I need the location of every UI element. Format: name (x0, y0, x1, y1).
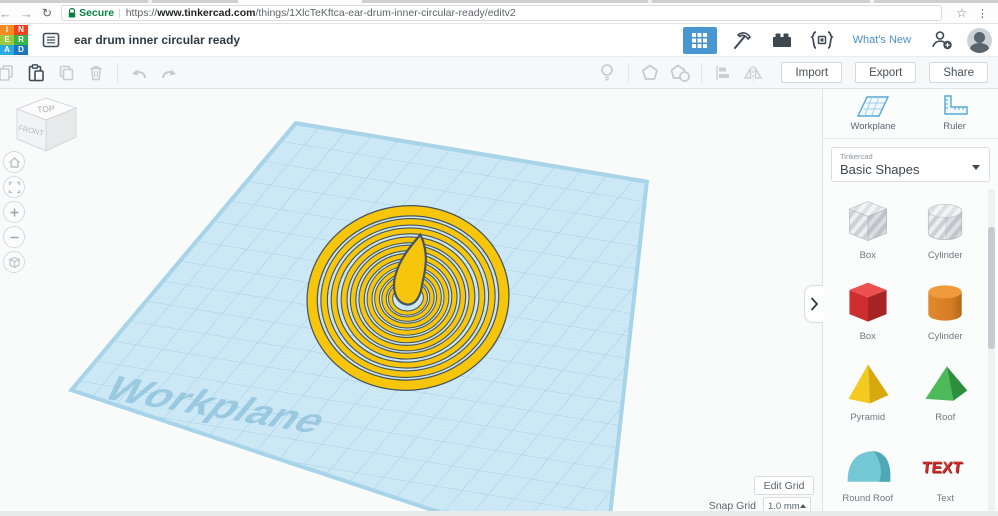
caret-up-icon (800, 504, 806, 508)
paste-icon[interactable] (21, 60, 51, 86)
pyramid-icon (840, 358, 896, 410)
shape-item-text[interactable]: TEXT TEXT Text (907, 439, 985, 504)
zoom-in-button[interactable] (3, 201, 25, 223)
ruler-tool[interactable]: Ruler (939, 93, 971, 132)
zoom-out-button[interactable] (3, 226, 25, 248)
page-url: https://www.tinkercad.com/things/1XlcTeK… (126, 7, 516, 19)
share-button[interactable]: Share (929, 62, 988, 83)
browser-address-bar: ← → ↻ Secure | https://www.tinkercad.com… (0, 3, 998, 24)
viewcube-top-label[interactable]: TOP (37, 103, 55, 114)
svg-text:TEXT: TEXT (921, 459, 963, 476)
tinkercad-app-window: ← → ↻ Secure | https://www.tinkercad.com… (0, 0, 998, 516)
lego-brick-icon[interactable] (767, 27, 797, 53)
shapes-grid: Box Cylinder (829, 196, 984, 504)
box-red-icon (840, 277, 896, 329)
shape-item-cylinder-orange[interactable]: Cylinder (907, 277, 985, 342)
home-view-button[interactable] (3, 151, 25, 173)
duplicate-icon[interactable] (51, 60, 81, 86)
undo-icon[interactable] (124, 60, 154, 86)
copy-icon[interactable] (0, 60, 21, 86)
toolbar-divider (628, 63, 629, 83)
whats-new-link[interactable]: What's New (853, 34, 911, 46)
redo-icon[interactable] (154, 60, 184, 86)
shape-item-pyramid[interactable]: Pyramid (829, 358, 907, 423)
library-name: Basic Shapes (840, 162, 981, 177)
logo-tile: N (14, 25, 28, 35)
export-button[interactable]: Export (855, 62, 916, 83)
perspective-toggle-button[interactable] (3, 251, 25, 273)
roof-icon (917, 358, 973, 410)
snap-grid-value: 1.0 mm (768, 501, 800, 512)
mirror-flip-icon[interactable] (738, 60, 768, 86)
workplane-tool-icon (855, 93, 891, 119)
text-shape-icon: TEXT TEXT (917, 439, 973, 491)
codeblocks-icon[interactable] (807, 27, 837, 53)
logo-tile: D (14, 45, 28, 55)
padlock-icon (68, 8, 76, 18)
library-brand: Tinkercad (840, 152, 981, 161)
shape-item-box-red[interactable]: Box (829, 277, 907, 342)
omnibox-divider: | (118, 8, 121, 19)
align-icon[interactable] (708, 60, 738, 86)
shape-item-box-hole[interactable]: Box (829, 196, 907, 261)
workplane-tool-label: Workplane (850, 121, 895, 132)
panel-tools: Workplane Ruler (823, 89, 998, 139)
logo-tile: E (0, 35, 14, 45)
logo-tile: I (0, 25, 14, 35)
secure-badge: Secure (79, 7, 114, 19)
ruler-tool-label: Ruler (943, 121, 966, 132)
screen-bottom-edge (0, 511, 998, 516)
import-button[interactable]: Import (781, 62, 842, 83)
design-title[interactable]: ear drum inner circular ready (74, 33, 240, 47)
edit-grid-button[interactable]: Edit Grid (754, 476, 814, 495)
cylinder-hole-icon (917, 196, 973, 248)
fit-view-button[interactable] (3, 176, 25, 198)
bookmark-star-icon[interactable]: ☆ (950, 6, 973, 20)
viewport-canvas[interactable]: Workplane (0, 89, 822, 516)
browser-forward-icon[interactable]: → (16, 7, 37, 20)
ungroup-icon[interactable] (665, 60, 695, 86)
show-all-lightbulb-icon[interactable] (592, 60, 622, 86)
main-area: Workplane (0, 89, 998, 516)
minecraft-pickaxe-icon[interactable] (727, 27, 757, 53)
dashboard-grid-button[interactable] (683, 27, 717, 54)
browser-back-icon[interactable]: ← (0, 7, 16, 20)
design-properties-icon[interactable] (36, 27, 66, 53)
panel-collapse-handle[interactable] (804, 285, 823, 323)
edit-toolbar: Import Export Share (0, 57, 998, 89)
group-icon[interactable] (635, 60, 665, 86)
view-nav-controls (3, 151, 25, 273)
scrollbar-thumb[interactable] (988, 227, 995, 349)
shapes-panel: Workplane Ruler Tinkercad Basic Shapes (822, 89, 998, 516)
browser-menu-icon[interactable]: ⋮ (973, 7, 992, 20)
chevron-down-icon (972, 165, 980, 170)
logo-tile: R (14, 35, 28, 45)
invite-person-icon[interactable] (927, 27, 957, 53)
user-avatar[interactable] (967, 28, 992, 53)
ruler-tool-icon (939, 93, 971, 119)
tinkercad-header: INERAD ear drum inner circular ready Wha… (0, 24, 998, 57)
workplane-tool[interactable]: Workplane (850, 93, 895, 132)
header-actions: What's New (683, 27, 998, 54)
round-roof-icon (840, 439, 896, 491)
shape-item-round-roof[interactable]: Round Roof (829, 439, 907, 504)
browser-omnibox[interactable]: Secure | https://www.tinkercad.com/thing… (61, 5, 942, 21)
shape-library-dropdown[interactable]: Tinkercad Basic Shapes (831, 147, 990, 182)
shape-item-cylinder-hole[interactable]: Cylinder (907, 196, 985, 261)
delete-trash-icon[interactable] (81, 60, 111, 86)
cylinder-orange-icon (917, 277, 973, 329)
panel-scrollbar[interactable] (988, 189, 995, 512)
shape-item-roof[interactable]: Roof (907, 358, 985, 423)
box-hole-icon (840, 196, 896, 248)
browser-reload-icon[interactable]: ↻ (37, 6, 57, 20)
logo-tile: A (0, 45, 14, 55)
tinkercad-logo[interactable]: INERAD (0, 25, 28, 55)
toolbar-divider (701, 63, 702, 83)
toolbar-divider (117, 63, 118, 83)
